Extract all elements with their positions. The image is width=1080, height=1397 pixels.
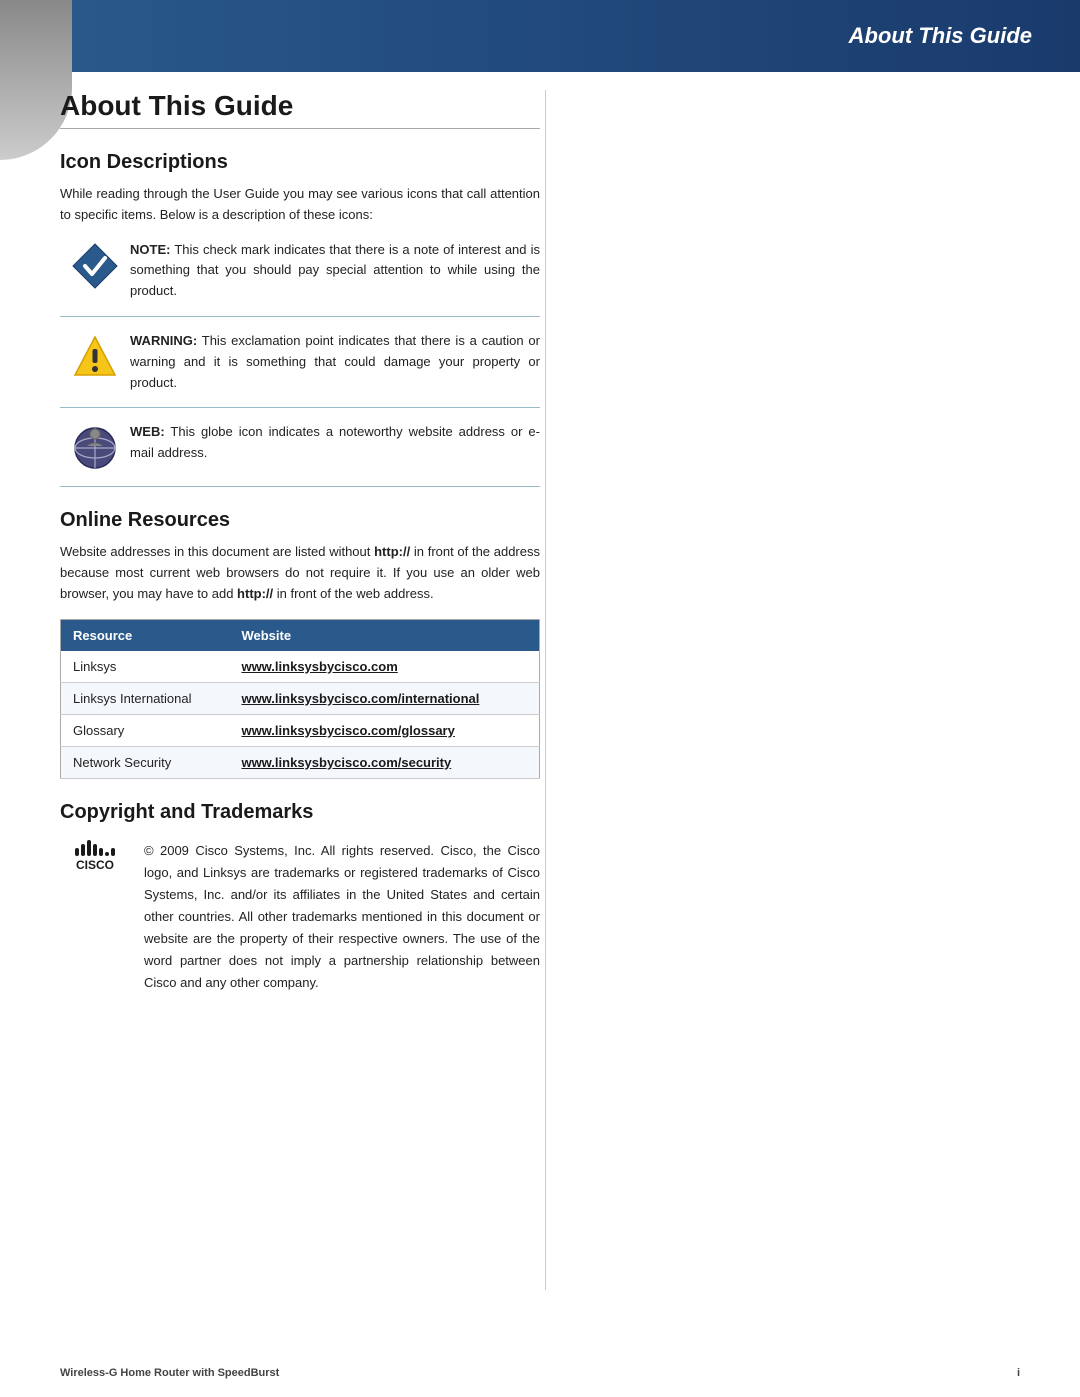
table-cell-website: www.linksysbycisco.com/glossary	[229, 714, 539, 746]
table-cell-resource: Network Security	[61, 746, 230, 778]
icon-row-web: WEB: This globe icon indicates a notewor…	[60, 422, 540, 487]
cisco-bars	[75, 844, 115, 856]
note-description: NOTE: This check mark indicates that the…	[130, 240, 540, 302]
page-title: About This Guide	[60, 90, 540, 129]
section-heading-online-resources: Online Resources	[60, 509, 540, 532]
table-row: Glossary www.linksysbycisco.com/glossary	[61, 714, 540, 746]
section-heading-icon-descriptions: Icon Descriptions	[60, 151, 540, 174]
icon-descriptions-intro: While reading through the User Guide you…	[60, 184, 540, 226]
table-cell-website: www.linksysbycisco.com/security	[229, 746, 539, 778]
table-cell-resource: Linksys International	[61, 682, 230, 714]
cisco-bar-7	[111, 848, 115, 856]
table-cell-resource: Linksys	[61, 651, 230, 683]
table-row: Network Security www.linksysbycisco.com/…	[61, 746, 540, 778]
table-cell-resource: Glossary	[61, 714, 230, 746]
note-icon	[71, 242, 119, 290]
footer-right: i	[1017, 1367, 1020, 1379]
footer-left: Wireless-G Home Router with SpeedBurst	[60, 1367, 279, 1379]
footer: Wireless-G Home Router with SpeedBurst i	[60, 1367, 1020, 1379]
website-link: www.linksysbycisco.com	[241, 659, 397, 674]
copyright-row: CISCO © 2009 Cisco Systems, Inc. All rig…	[60, 840, 540, 995]
cisco-logo: CISCO	[60, 840, 130, 872]
cisco-bar-6	[105, 852, 109, 856]
web-label: WEB:	[130, 424, 165, 439]
table-cell-website: www.linksysbycisco.com/international	[229, 682, 539, 714]
resource-table: Resource Website Linksys www.linksysbyci…	[60, 619, 540, 779]
http-bold-2: http://	[237, 586, 273, 601]
cisco-bar-5	[99, 848, 103, 856]
icon-row-note: NOTE: This check mark indicates that the…	[60, 240, 540, 317]
table-header-resource: Resource	[61, 619, 230, 651]
web-text: This globe icon indicates a noteworthy w…	[130, 424, 540, 460]
header-bar: About This Guide	[0, 0, 1080, 72]
copyright-text: © 2009 Cisco Systems, Inc. All rights re…	[144, 840, 540, 995]
web-icon	[71, 424, 119, 472]
note-label: NOTE:	[130, 242, 170, 257]
cisco-bar-2	[81, 844, 85, 856]
http-bold-1: http://	[374, 544, 410, 559]
note-text: This check mark indicates that there is …	[130, 242, 540, 299]
website-link: www.linksysbycisco.com/security	[241, 755, 451, 770]
icon-row-warning: WARNING: This exclamation point indicate…	[60, 331, 540, 408]
table-header-website: Website	[229, 619, 539, 651]
table-row: Linksys International www.linksysbycisco…	[61, 682, 540, 714]
warning-icon	[71, 333, 119, 381]
table-header-row: Resource Website	[61, 619, 540, 651]
cisco-bar-3	[87, 840, 91, 856]
content-divider	[545, 90, 546, 1290]
cisco-label: CISCO	[76, 858, 114, 872]
web-description: WEB: This globe icon indicates a notewor…	[130, 422, 540, 464]
header-title: About This Guide	[849, 23, 1032, 49]
website-link: www.linksysbycisco.com/glossary	[241, 723, 454, 738]
table-row: Linksys www.linksysbycisco.com	[61, 651, 540, 683]
web-icon-cell	[60, 422, 130, 472]
section-heading-copyright: Copyright and Trademarks	[60, 801, 540, 824]
warning-icon-cell	[60, 331, 130, 381]
warning-description: WARNING: This exclamation point indicate…	[130, 331, 540, 393]
main-content: About This Guide Icon Descriptions While…	[60, 90, 540, 994]
cisco-bar-1	[75, 848, 79, 856]
cisco-bar-4	[93, 844, 97, 856]
website-link: www.linksysbycisco.com/international	[241, 691, 479, 706]
note-icon-cell	[60, 240, 130, 290]
online-resources-intro: Website addresses in this document are l…	[60, 542, 540, 604]
warning-label: WARNING:	[130, 333, 197, 348]
table-cell-website: www.linksysbycisco.com	[229, 651, 539, 683]
